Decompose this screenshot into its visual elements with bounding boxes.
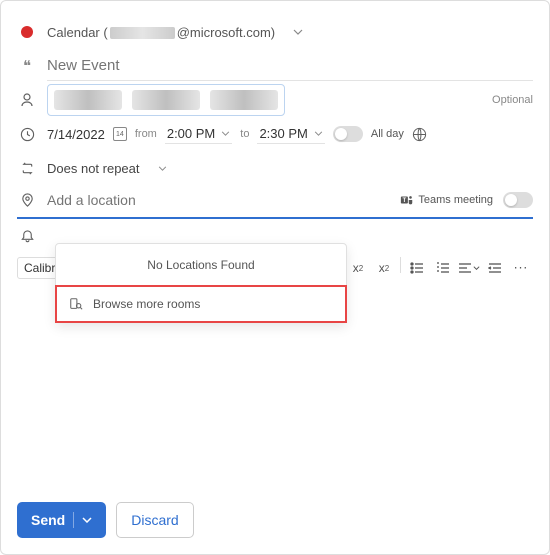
bullet-list-button[interactable] (405, 257, 429, 279)
attendee-chip (210, 90, 278, 110)
date-picker[interactable]: 7/14/2022 (47, 127, 105, 142)
attendees-row: Optional (17, 83, 533, 117)
browse-rooms-button[interactable]: Browse more rooms (55, 285, 347, 323)
attendee-chip (132, 90, 200, 110)
bell-icon (17, 229, 37, 244)
teams-meeting-label: T Teams meeting (400, 193, 493, 207)
subscript-button[interactable]: x2 (372, 257, 396, 279)
divider (400, 257, 401, 273)
calendar-icon[interactable]: 14 (113, 127, 127, 141)
optional-button[interactable]: Optional (492, 94, 533, 106)
start-time-picker[interactable]: 2:00 PM (165, 124, 232, 144)
align-button[interactable] (457, 257, 481, 279)
redacted-text (110, 27, 175, 39)
to-label: to (240, 128, 249, 140)
clock-icon (17, 127, 37, 142)
event-title-input[interactable] (47, 51, 533, 81)
more-button[interactable]: ⋅⋅⋅ (509, 257, 533, 279)
footer-actions: Send Discard (17, 502, 194, 538)
event-form: Calendar (@microsoft.com) ❝ Optional (0, 0, 550, 555)
attendee-chip (54, 90, 122, 110)
chevron-down-icon (293, 29, 303, 35)
teams-meeting-toggle[interactable] (503, 192, 533, 208)
repeat-row: Does not repeat (17, 151, 533, 185)
room-search-icon (69, 297, 83, 311)
repeat-select[interactable]: Does not repeat (47, 157, 533, 180)
location-dropdown: No Locations Found Browse more rooms (55, 243, 347, 323)
send-button[interactable]: Send (17, 502, 106, 538)
datetime-row: 7/14/2022 14 from 2:00 PM to 2:30 PM All… (17, 117, 533, 151)
superscript-button[interactable]: x2 (346, 257, 370, 279)
calendar-name: Calendar (@microsoft.com) (47, 25, 275, 40)
from-label: from (135, 128, 157, 140)
discard-button[interactable]: Discard (116, 502, 193, 538)
calendar-row: Calendar (@microsoft.com) (17, 15, 533, 49)
repeat-icon (17, 161, 37, 176)
chevron-down-icon (82, 517, 92, 523)
all-day-label: All day (371, 128, 404, 140)
calendar-color-dot (17, 26, 37, 38)
svg-text:T: T (403, 197, 407, 204)
title-row: ❝ (17, 49, 533, 83)
quote-icon: ❝ (17, 57, 37, 75)
end-time-picker[interactable]: 2:30 PM (257, 124, 324, 144)
numbered-list-button[interactable] (431, 257, 455, 279)
calendar-select[interactable]: Calendar (@microsoft.com) (47, 25, 533, 40)
attendee-input[interactable] (47, 84, 285, 116)
timezone-icon[interactable] (412, 127, 427, 142)
all-day-toggle[interactable] (333, 126, 363, 142)
location-icon (17, 193, 37, 208)
outdent-button[interactable] (483, 257, 507, 279)
teams-icon: T (400, 193, 414, 207)
no-locations-message: No Locations Found (56, 244, 346, 286)
location-row: T Teams meeting (17, 185, 533, 219)
location-input[interactable] (47, 186, 390, 214)
person-icon (17, 92, 37, 108)
